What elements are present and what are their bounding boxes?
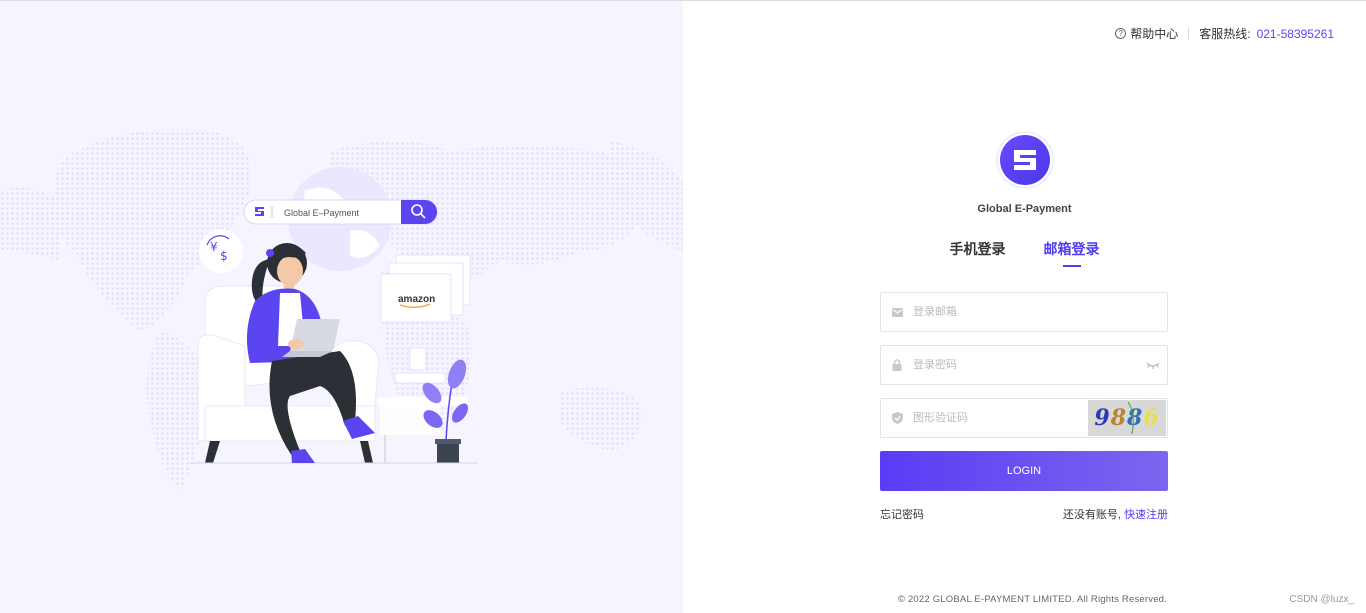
brand-name: Global E-Payment xyxy=(977,203,1072,215)
login-illustration: Global E–Payment ¥ $ amazon xyxy=(0,129,683,491)
captcha-image[interactable]: 9 8 8 6 xyxy=(1088,400,1166,436)
login-tabs: 手机登录 邮箱登录 xyxy=(683,239,1366,267)
login-panel: ? 帮助中心 客服热线: 021-58395261 Global E-Payme… xyxy=(683,0,1366,613)
login-button[interactable]: LOGIN xyxy=(880,451,1168,491)
help-center-link[interactable]: ? 帮助中心 xyxy=(1115,25,1178,42)
register-prompt: 还没有账号, 快速注册 xyxy=(1063,506,1168,522)
brand-logo xyxy=(995,131,1054,189)
topbar-divider xyxy=(1188,27,1190,40)
copyright-text: © 2022 GLOBAL E-PAYMENT LIMITED. All Rig… xyxy=(897,594,1167,605)
email-input[interactable] xyxy=(913,306,1167,318)
forgot-password-link[interactable]: 忘记密码 xyxy=(880,506,924,522)
mail-icon xyxy=(881,307,913,317)
lock-icon xyxy=(881,359,913,371)
tab-phone-login[interactable]: 手机登录 xyxy=(950,239,1006,267)
top-bar: ? 帮助中心 客服热线: 021-58395261 xyxy=(1115,25,1334,42)
eye-closed-icon[interactable] xyxy=(1139,361,1167,369)
illustration-search-bar: Global E–Payment xyxy=(243,199,438,225)
help-center-label: 帮助中心 xyxy=(1130,27,1179,41)
form-links: 忘记密码 还没有账号, 快速注册 xyxy=(880,506,1168,522)
quick-register-link[interactable]: 快速注册 xyxy=(1124,509,1168,521)
illustration-search-text: Global E–Payment xyxy=(284,208,360,218)
captcha-field: 9 8 8 6 xyxy=(880,398,1168,438)
no-account-label: 还没有账号, xyxy=(1062,509,1121,521)
password-field xyxy=(880,345,1168,385)
hotline-number: 021-58395261 xyxy=(1256,26,1334,41)
hotline-label: 客服热线: xyxy=(1199,27,1251,41)
password-input[interactable] xyxy=(913,359,1139,371)
brand-block: Global E-Payment xyxy=(683,131,1366,215)
illustration-panel: Global E–Payment ¥ $ amazon xyxy=(0,0,683,613)
csdn-watermark: CSDN @luzx_ xyxy=(1289,594,1354,605)
tab-email-login[interactable]: 邮箱登录 xyxy=(1044,239,1100,267)
shield-check-icon xyxy=(881,412,913,424)
currency-icon: ¥ $ xyxy=(199,229,243,273)
question-icon: ? xyxy=(1115,28,1127,39)
login-form: 9 8 8 6 LOGIN 忘记密码 还没有账号, 快速注册 xyxy=(880,292,1168,522)
svg-text:¥: ¥ xyxy=(210,240,218,254)
amazon-card: amazon xyxy=(380,254,471,323)
svg-text:$: $ xyxy=(220,249,228,263)
amazon-label: amazon xyxy=(398,294,435,305)
captcha-input[interactable] xyxy=(913,412,1088,424)
email-field xyxy=(880,292,1168,332)
logo-icon xyxy=(999,135,1050,185)
